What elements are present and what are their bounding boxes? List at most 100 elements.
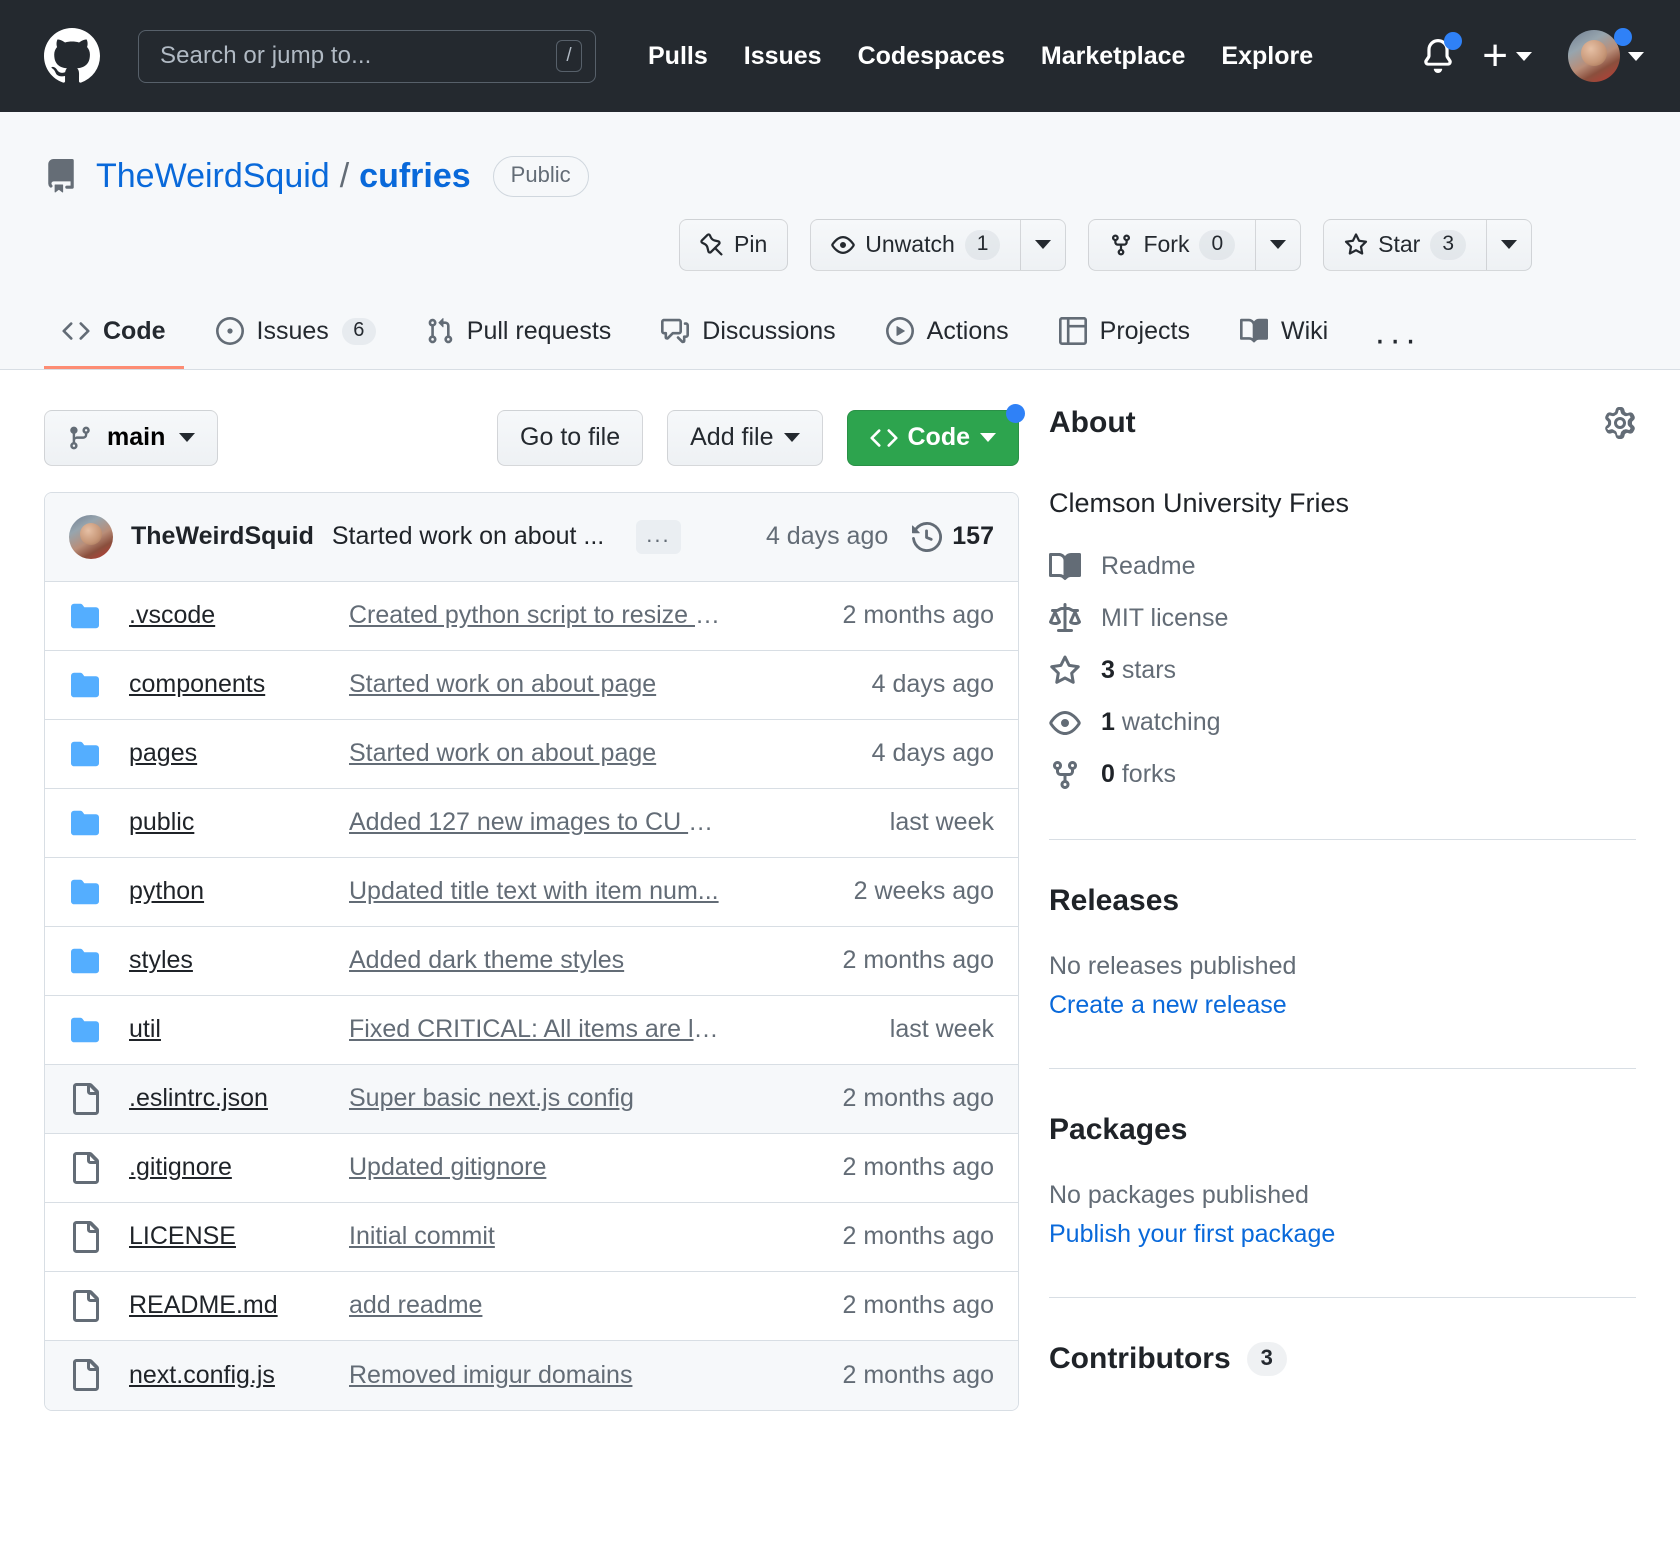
- fork-dropdown-button[interactable]: [1256, 218, 1302, 271]
- divider: [1049, 1067, 1636, 1069]
- add-file-button[interactable]: Add file: [667, 409, 823, 466]
- folder-icon: [69, 947, 103, 975]
- file-commit-message-link[interactable]: Updated title text with item num...: [349, 877, 744, 906]
- fork-button[interactable]: Fork 0: [1088, 218, 1257, 271]
- gear-icon[interactable]: [1604, 406, 1636, 439]
- publish-package-link[interactable]: Publish your first package: [1049, 1220, 1636, 1249]
- user-menu-button[interactable]: [1568, 28, 1644, 82]
- tab-pull-requests[interactable]: Pull requests: [408, 305, 630, 369]
- page-body: main Go to file Add file Code TheWeirdSq…: [0, 370, 1680, 1411]
- file-commit-message-link[interactable]: Super basic next.js config: [349, 1084, 744, 1113]
- nav-item-issues[interactable]: Issues: [744, 42, 822, 71]
- play-icon: [885, 317, 914, 346]
- branch-selector-button[interactable]: main: [44, 409, 219, 466]
- file-name-link[interactable]: styles: [129, 946, 349, 975]
- about-watching-label: watching: [1114, 708, 1221, 737]
- table-row[interactable]: public Added 127 new images to CU Fri... l…: [45, 788, 1018, 858]
- star-dropdown-button[interactable]: [1487, 218, 1532, 271]
- about-link-watching[interactable]: 1 watching: [1049, 707, 1636, 739]
- table-row[interactable]: pages Started work on about page 4 days ag…: [45, 719, 1018, 789]
- tab-issues[interactable]: Issues 6: [198, 305, 394, 369]
- tab-code[interactable]: Code: [44, 305, 184, 369]
- table-row[interactable]: util Fixed CRITICAL: All items are list..…: [45, 995, 1018, 1065]
- table-row[interactable]: README.md add readme 2 months ago: [45, 1271, 1018, 1341]
- code-clone-button[interactable]: Code: [846, 403, 1025, 466]
- create-new-button[interactable]: +: [1482, 34, 1532, 78]
- file-name-link[interactable]: pages: [129, 739, 349, 768]
- tab-projects[interactable]: Projects: [1041, 305, 1208, 369]
- file-commit-message-link[interactable]: Started work on about page: [349, 739, 744, 768]
- go-to-file-button[interactable]: Go to file: [497, 409, 644, 466]
- table-row[interactable]: .vscode Created python script to resize a…: [45, 581, 1018, 651]
- file-commit-message-link[interactable]: Removed imigur domains: [349, 1361, 744, 1390]
- unwatch-button[interactable]: Unwatch 1: [810, 218, 1022, 271]
- chevron-down-icon: [179, 433, 196, 443]
- search-input[interactable]: Search or jump to... /: [138, 29, 596, 83]
- file-name-link[interactable]: .gitignore: [129, 1153, 349, 1182]
- star-button[interactable]: Star 3: [1323, 218, 1487, 271]
- nav-item-codespaces[interactable]: Codespaces: [858, 42, 1005, 71]
- file-commit-message-link[interactable]: Started work on about page: [349, 670, 744, 699]
- about-link-readme[interactable]: Readme: [1049, 551, 1636, 583]
- issue-opened-icon: [215, 317, 244, 346]
- file-commit-message-link[interactable]: Fixed CRITICAL: All items are list...: [349, 1015, 744, 1044]
- file-name-link[interactable]: .eslintrc.json: [129, 1084, 349, 1113]
- file-relative-time: 2 months ago: [842, 1222, 995, 1251]
- commit-author-link[interactable]: TheWeirdSquid: [131, 522, 314, 551]
- table-row[interactable]: styles Added dark theme styles 2 months ag…: [45, 926, 1018, 996]
- file-commit-message-link[interactable]: Created python script to resize a...: [349, 601, 744, 630]
- chevron-down-icon: [783, 433, 800, 443]
- create-release-link[interactable]: Create a new release: [1049, 991, 1636, 1020]
- about-link-forks[interactable]: 0 forks: [1049, 759, 1636, 791]
- book-icon: [1049, 552, 1081, 580]
- watch-dropdown-button[interactable]: [1021, 218, 1067, 271]
- nav-item-marketplace[interactable]: Marketplace: [1041, 42, 1186, 71]
- file-name-link[interactable]: next.config.js: [129, 1361, 349, 1390]
- commit-history-link[interactable]: 157: [912, 521, 994, 552]
- notifications-button[interactable]: [1412, 30, 1464, 82]
- nav-item-pulls[interactable]: Pulls: [648, 42, 708, 71]
- file-icon: [73, 1289, 99, 1322]
- folder-icon: [69, 878, 103, 906]
- about-link-stars[interactable]: 3 stars: [1049, 655, 1636, 687]
- star-icon: [1345, 232, 1368, 255]
- more-tabs-button[interactable]: ···: [1360, 319, 1434, 369]
- tab-discussions[interactable]: Discussions: [643, 305, 853, 369]
- tab-wiki[interactable]: Wiki: [1222, 305, 1346, 369]
- file-name-link[interactable]: LICENSE: [129, 1222, 349, 1251]
- tab-issues-count: 6: [341, 317, 376, 345]
- tab-actions[interactable]: Actions: [868, 305, 1027, 369]
- repo-separator: /: [339, 156, 350, 195]
- watch-button-group: Unwatch 1: [810, 218, 1067, 271]
- nav-item-explore[interactable]: Explore: [1221, 42, 1313, 71]
- table-row[interactable]: next.config.js Removed imigur domains 2 mo…: [45, 1340, 1018, 1410]
- file-commit-message-link[interactable]: Added 127 new images to CU Fri...: [349, 808, 744, 837]
- repo-owner-link[interactable]: TheWeirdSquid: [96, 157, 330, 196]
- about-link-license[interactable]: MIT license: [1049, 602, 1636, 635]
- file-commit-message-link[interactable]: add readme: [349, 1291, 744, 1320]
- table-row[interactable]: components Started work on about page 4 da…: [45, 650, 1018, 720]
- file-name-link[interactable]: public: [129, 808, 349, 837]
- file-commit-message-link[interactable]: Added dark theme styles: [349, 946, 744, 975]
- file-relative-time: 2 months ago: [842, 1360, 995, 1389]
- file-relative-time: 2 months ago: [842, 1153, 995, 1182]
- table-row[interactable]: LICENSE Initial commit 2 months ago: [45, 1202, 1018, 1272]
- pin-button[interactable]: Pin: [679, 218, 789, 271]
- file-name-link[interactable]: README.md: [129, 1291, 349, 1320]
- code-icon: [869, 428, 898, 447]
- commit-message-link[interactable]: Started work on about ...: [332, 522, 604, 551]
- code-clone-label: Code: [907, 423, 971, 452]
- table-row[interactable]: .eslintrc.json Super basic next.js config…: [45, 1064, 1018, 1134]
- file-commit-message-link[interactable]: Initial commit: [349, 1222, 744, 1251]
- file-name-link[interactable]: util: [129, 1015, 349, 1044]
- file-commit-message-link[interactable]: Updated gitignore: [349, 1153, 744, 1182]
- file-icon: [69, 1151, 103, 1184]
- repo-name-link[interactable]: cufries: [359, 157, 471, 196]
- table-row[interactable]: .gitignore Updated gitignore 2 months ago: [45, 1133, 1018, 1203]
- file-name-link[interactable]: python: [129, 877, 349, 906]
- file-name-link[interactable]: .vscode: [129, 601, 349, 630]
- file-name-link[interactable]: components: [129, 670, 349, 699]
- table-row[interactable]: python Updated title text with item num..…: [45, 857, 1018, 927]
- commit-expand-button[interactable]: ...: [636, 519, 681, 554]
- github-mark-icon[interactable]: [44, 28, 100, 84]
